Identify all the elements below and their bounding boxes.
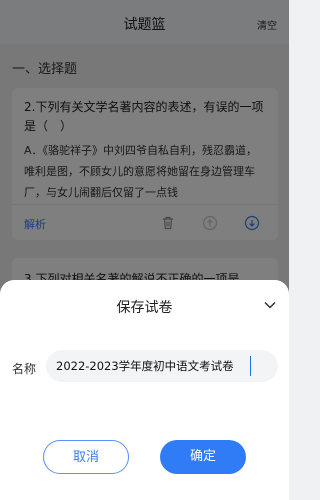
name-label: 名称 — [12, 362, 37, 376]
dialog-title: 保存试卷 — [116, 300, 173, 316]
chevron-down-icon[interactable] — [263, 298, 277, 312]
text-cursor — [250, 356, 251, 376]
save-paper-dialog: 保存试卷 名称 取消 确定 — [0, 280, 289, 500]
cancel-button[interactable]: 取消 — [43, 440, 129, 474]
confirm-button[interactable]: 确定 — [160, 440, 246, 474]
paper-name-input[interactable] — [46, 350, 278, 382]
